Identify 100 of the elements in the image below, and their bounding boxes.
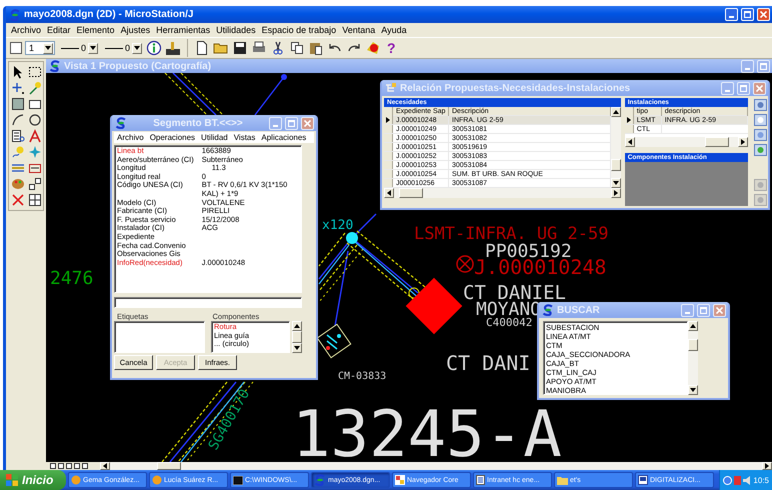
scroll-up-button[interactable]	[610, 107, 621, 117]
menu-item[interactable]: Herramientas	[153, 25, 214, 35]
app-icon	[49, 60, 61, 72]
window-title: Segmento BT.<<>>	[152, 118, 244, 128]
network-icon[interactable]	[754, 144, 767, 156]
menu-item[interactable]: Archivo	[114, 133, 147, 142]
list-box[interactable]	[114, 321, 205, 353]
down-arrow-icon	[134, 46, 140, 50]
copy-icon[interactable]	[289, 40, 306, 56]
scroll-thumb[interactable]	[156, 462, 181, 470]
menu-item[interactable]: Utilidades	[213, 25, 259, 35]
palette-icon[interactable]	[10, 177, 24, 191]
app-icon	[542, 304, 554, 316]
menu-item[interactable]: Editar	[44, 25, 74, 35]
menu-item[interactable]: Utilidad	[198, 133, 231, 142]
maximize-icon	[760, 62, 767, 70]
menu-item[interactable]: Vistas	[230, 133, 258, 142]
info-icon[interactable]	[146, 40, 162, 56]
up-arrow-icon	[294, 324, 300, 328]
bulb-pen-icon[interactable]	[28, 81, 42, 95]
app-icon	[115, 117, 127, 129]
columns-icon[interactable]	[754, 99, 767, 111]
close-icon	[756, 84, 763, 92]
down-arrow-icon	[45, 46, 51, 50]
delete-icon[interactable]	[10, 193, 24, 207]
right-arrow-icon	[741, 139, 746, 145]
app-icon	[314, 474, 326, 486]
text-tool-icon[interactable]	[28, 129, 42, 143]
menu-item[interactable]: Ventana	[339, 25, 378, 35]
text-field[interactable]	[114, 297, 302, 308]
menu-item[interactable]: Archivo	[8, 25, 44, 35]
window-title: mayo2008.dgn (2D) - MicroStation/J	[24, 9, 194, 20]
dashed-selection-icon[interactable]	[28, 65, 42, 79]
scroll-thumb[interactable]	[292, 331, 302, 343]
fill-area-icon[interactable]	[10, 97, 24, 111]
scroll-down-button[interactable]	[292, 343, 302, 353]
close-icon	[716, 306, 723, 314]
line-sample-icon	[105, 46, 124, 50]
maximize-icon	[740, 84, 747, 92]
plotter-icon[interactable]	[165, 40, 182, 56]
table-icon[interactable]	[10, 129, 24, 143]
scroll-thumb[interactable]	[398, 188, 423, 198]
down-arrow-icon	[612, 181, 619, 185]
window-icon[interactable]	[754, 114, 767, 126]
paste-icon[interactable]	[308, 40, 324, 56]
circle-icon[interactable]	[28, 113, 42, 127]
windows-flag-icon	[6, 474, 18, 486]
menu-item[interactable]: Ayuda	[378, 25, 410, 35]
arc-icon[interactable]	[10, 113, 24, 127]
help-button[interactable]: ?	[384, 40, 399, 56]
scroll-left-button[interactable]	[100, 462, 110, 470]
scroll-thumb[interactable]	[705, 137, 730, 147]
clock: 10:5	[753, 476, 769, 484]
scroll-down-button[interactable]	[610, 178, 621, 188]
menu-item[interactable]: Espacio de trabajo	[258, 25, 340, 35]
menu-item[interactable]: Operaciones	[146, 133, 198, 142]
scroll-right-button[interactable]	[762, 462, 772, 470]
crossed-circle-symbol	[456, 255, 474, 273]
scroll-right-button[interactable]	[610, 188, 621, 198]
bulb-icon[interactable]	[10, 145, 24, 159]
blocks-icon[interactable]	[28, 177, 42, 191]
color-dropdown[interactable]: 1	[25, 41, 55, 55]
menu-item[interactable]: Ajustes	[118, 25, 154, 35]
dropdown-button[interactable]	[132, 42, 142, 54]
color-swatch-icon[interactable]	[10, 42, 22, 54]
start-button[interactable]: Inicio	[0, 470, 66, 490]
scroll-left-button[interactable]	[384, 188, 394, 198]
down-arrow-icon	[90, 46, 96, 50]
save-icon[interactable]	[232, 40, 248, 56]
up-arrow-icon	[690, 324, 696, 328]
zoom-icon[interactable]	[754, 129, 767, 141]
down-arrow-icon	[294, 346, 300, 350]
junction-dot	[346, 232, 358, 244]
close-icon	[760, 11, 767, 18]
scroll-up-button[interactable]	[688, 321, 698, 331]
scroll-down-button[interactable]	[688, 385, 698, 395]
document-icon	[476, 475, 485, 485]
grid-icon[interactable]	[28, 193, 42, 207]
hierarchy-icon	[385, 83, 397, 93]
line-weight-dropdown[interactable]: 0	[102, 41, 144, 55]
dimension-icon[interactable]	[28, 161, 42, 175]
window-title: Vista 1 Propuesto (Cartografía)	[64, 60, 212, 72]
rectangle-icon[interactable]	[28, 97, 42, 111]
scroll-thumb[interactable]	[610, 159, 621, 171]
menu-item[interactable]: Aplicaciones	[258, 133, 310, 142]
network-status-icon[interactable]	[723, 476, 732, 484]
dropdown-value: 1	[29, 43, 36, 53]
dropdown-button[interactable]	[88, 42, 98, 54]
line-style-dropdown[interactable]: 0	[58, 41, 100, 55]
scroll-right-button[interactable]	[738, 137, 748, 147]
menu-item[interactable]: Elemento	[74, 25, 118, 35]
scroll-left-button[interactable]	[624, 137, 635, 147]
left-arrow-icon	[387, 190, 391, 196]
map-label: 13245-A	[292, 398, 562, 462]
crosshair-icon[interactable]	[10, 81, 24, 95]
close-icon	[304, 120, 311, 126]
scroll-up-button[interactable]	[292, 321, 302, 331]
scroll-thumb[interactable]	[688, 339, 698, 352]
dropdown-button[interactable]	[43, 42, 53, 54]
row-pointer-icon	[626, 117, 631, 123]
